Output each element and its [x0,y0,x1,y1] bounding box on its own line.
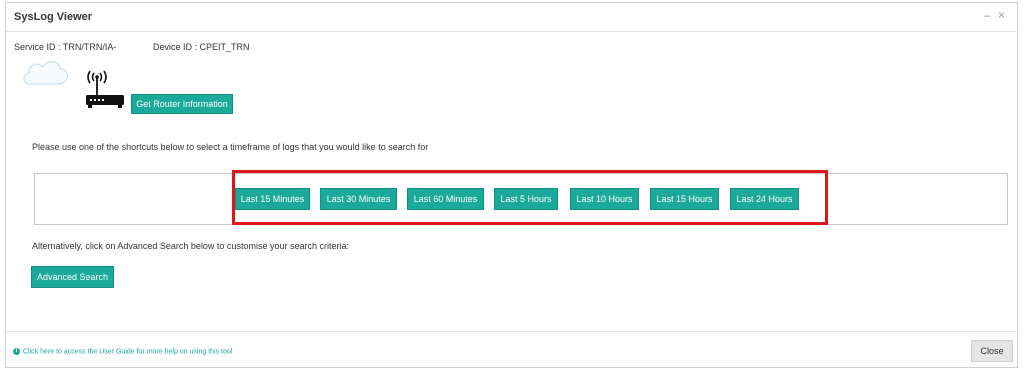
advanced-instruction: Alternatively, click on Advanced Search … [32,241,349,251]
syslog-dialog: SysLog Viewer – × Service ID : TRN/TRN/I… [5,2,1018,368]
user-guide-text: Click here to access the User Guide for … [23,348,233,356]
shortcut-instruction: Please use one of the shortcuts below to… [32,142,429,152]
close-button[interactable]: Close [971,340,1013,362]
device-id-label: Device ID : CPEIT_TRN [153,42,250,52]
get-router-information-button[interactable]: Get Router Information [131,94,233,114]
highlight-box [232,170,828,225]
dialog-title: SysLog Viewer [14,11,93,23]
info-icon: i [13,348,20,355]
router-icon [86,70,124,108]
footer-divider [6,331,1017,332]
cloud-icon [23,61,68,85]
service-id-label: Service ID : TRN/TRN/IA- [14,42,117,52]
minimize-button[interactable]: – [984,8,991,22]
user-guide-link[interactable]: i Click here to access the User Guide for… [13,348,232,355]
close-window-button[interactable]: × [998,8,1005,22]
advanced-search-button[interactable]: Advanced Search [31,266,114,288]
title-bar: SysLog Viewer – × [6,3,1017,32]
